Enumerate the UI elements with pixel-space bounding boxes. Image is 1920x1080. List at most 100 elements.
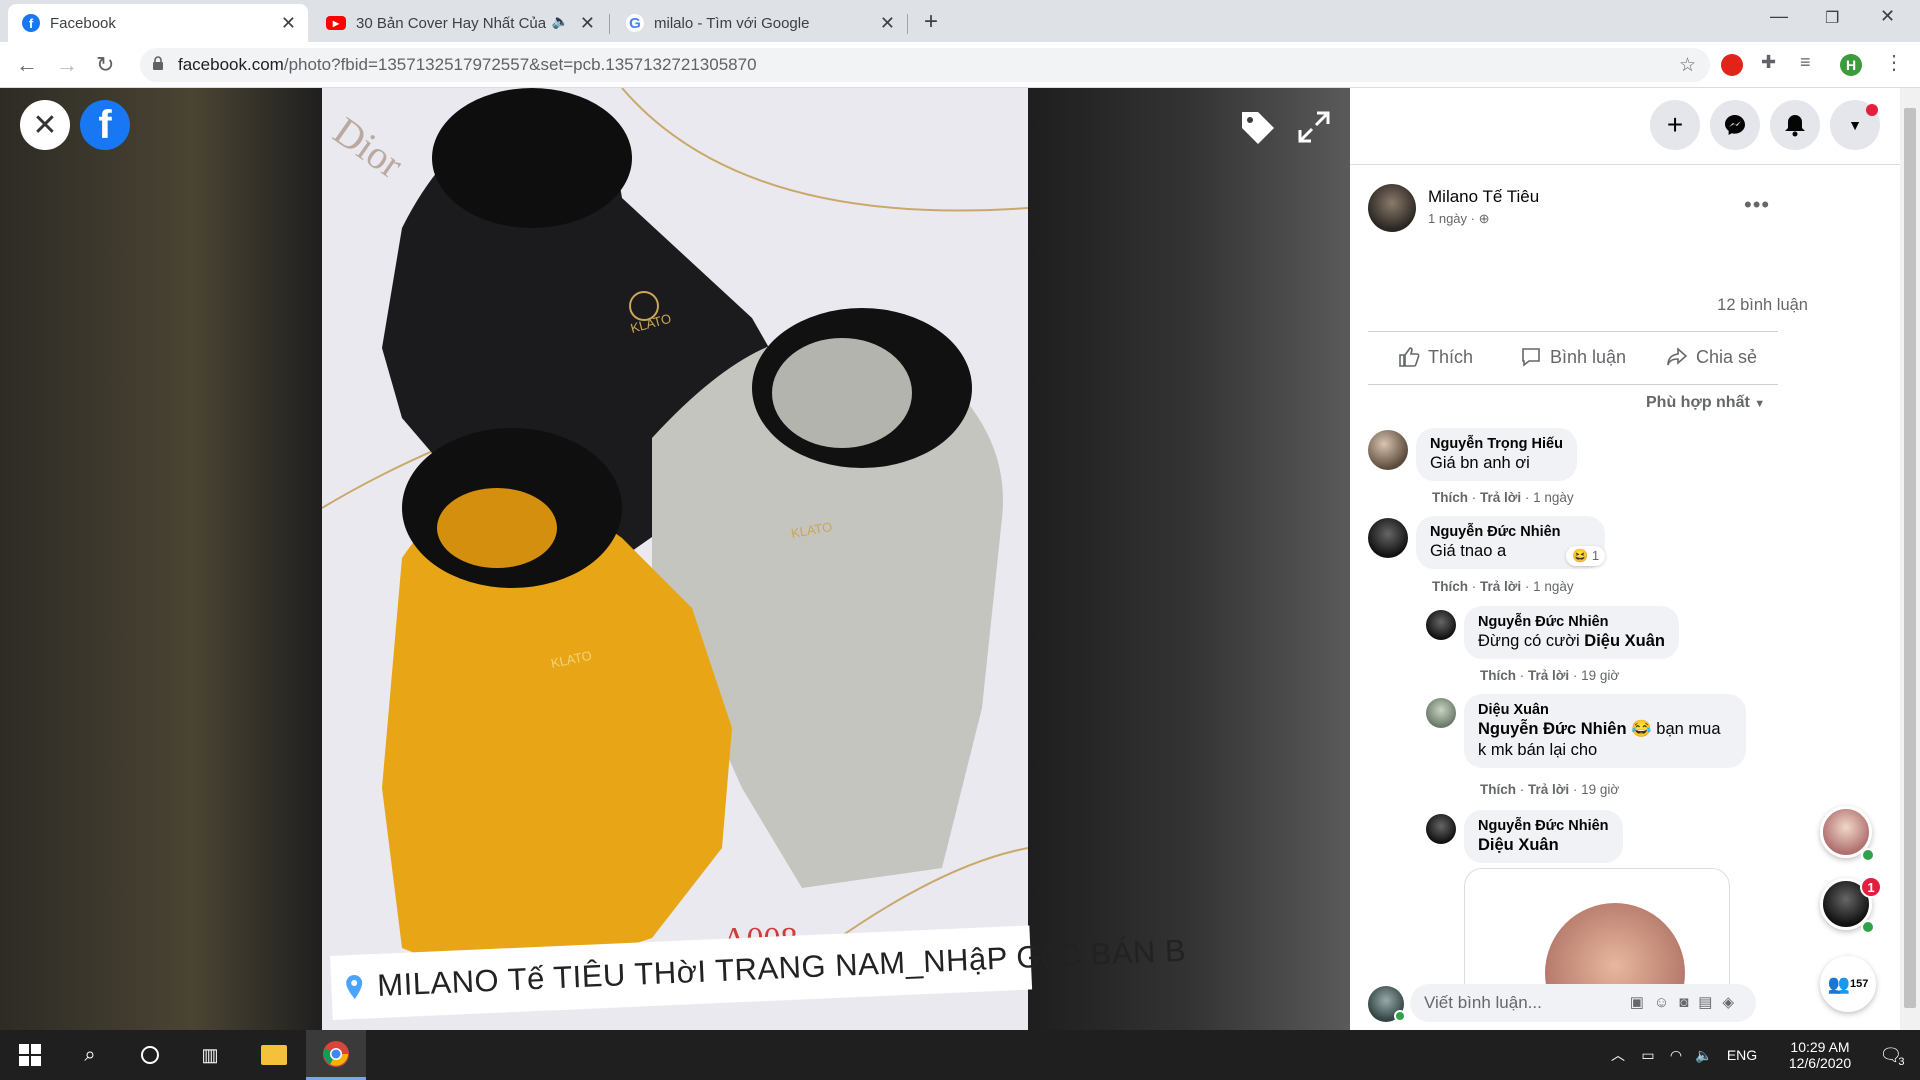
cortana-icon[interactable] bbox=[120, 1030, 180, 1080]
maximize-window-button[interactable]: ❐ bbox=[1825, 8, 1839, 28]
reply-like-link[interactable]: Thích bbox=[1480, 782, 1516, 797]
reply-sticker-image[interactable] bbox=[1464, 868, 1730, 988]
comment-button[interactable]: Bình luận bbox=[1520, 346, 1626, 368]
forward-button[interactable]: → bbox=[56, 52, 78, 78]
browser-tab-strip: f Facebook ✕ ▶ 30 Bản Cover Hay Nhất Của… bbox=[0, 0, 1920, 42]
people-icon: 👥 bbox=[1827, 973, 1851, 994]
adblock-extension-icon[interactable] bbox=[1721, 54, 1743, 76]
comment-input[interactable]: Viết bình luận... ▣☺◙▤◈ bbox=[1410, 984, 1756, 1022]
tab-facebook[interactable]: f Facebook ✕ bbox=[8, 4, 308, 42]
comment-sort-dropdown[interactable]: Phù hợp nhất ▼ bbox=[1646, 394, 1765, 412]
mention-link[interactable]: Diệu Xuân bbox=[1584, 632, 1665, 650]
audio-playing-icon[interactable]: 🔈 bbox=[552, 13, 569, 30]
replier-name[interactable]: Nguyễn Đức Nhiên bbox=[1478, 818, 1609, 834]
tray-expand-icon[interactable]: ︿ bbox=[1606, 1030, 1630, 1080]
haha-emoji-icon: 😆 bbox=[1572, 548, 1589, 563]
post-time[interactable]: 1 ngày · ⊕ bbox=[1428, 211, 1490, 227]
wifi-icon[interactable]: ◠ bbox=[1664, 1030, 1688, 1080]
page-avatar[interactable] bbox=[1368, 184, 1416, 232]
chrome-menu-icon[interactable]: ⋮ bbox=[1884, 50, 1906, 74]
reload-button[interactable]: ↻ bbox=[96, 52, 114, 78]
search-icon[interactable]: ⌕ bbox=[60, 1030, 120, 1080]
replier-name[interactable]: Diệu Xuân bbox=[1478, 702, 1732, 718]
url-path: /photo?fbid=1357132517972557&set=pcb.135… bbox=[283, 55, 757, 74]
post-author[interactable]: Milano Tế Tiêu bbox=[1428, 187, 1539, 207]
messenger-icon bbox=[1725, 115, 1745, 135]
like-button[interactable]: Thích bbox=[1398, 346, 1473, 368]
replier-avatar[interactable] bbox=[1426, 698, 1456, 728]
tag-photo-icon[interactable] bbox=[1238, 108, 1278, 148]
jackets-image: Dior KLATO KLATO KLATO A008 bbox=[322, 88, 1028, 1030]
comment-reply-link[interactable]: Trả lời bbox=[1480, 490, 1521, 505]
share-arrow-icon bbox=[1667, 347, 1688, 366]
comment-like-link[interactable]: Thích bbox=[1432, 490, 1468, 505]
composer-tools[interactable]: ▣☺◙▤◈ bbox=[1630, 993, 1744, 1011]
close-tab-icon[interactable]: ✕ bbox=[281, 13, 296, 34]
reply-like-link[interactable]: Thích bbox=[1480, 668, 1516, 683]
create-button[interactable]: + bbox=[1650, 100, 1700, 150]
reaction-count[interactable]: 😆 1 bbox=[1566, 546, 1606, 566]
comment-count[interactable]: 12 bình luận bbox=[1717, 296, 1808, 315]
facebook-logo-icon[interactable]: f bbox=[80, 100, 130, 150]
sticker-pack-icon: ◈ bbox=[1722, 994, 1744, 1011]
language-indicator[interactable]: ENG bbox=[1722, 1030, 1762, 1080]
commenter-name[interactable]: Nguyễn Trọng Hiếu bbox=[1430, 436, 1563, 452]
close-tab-icon[interactable]: ✕ bbox=[580, 13, 595, 34]
gif-icon: ▤ bbox=[1698, 994, 1723, 1011]
commenter-name[interactable]: Nguyễn Đức Nhiên bbox=[1430, 524, 1561, 540]
extensions-puzzle-icon[interactable]: ✚ bbox=[1761, 52, 1783, 74]
tab-title: Facebook bbox=[50, 14, 116, 32]
account-menu-button[interactable]: ▼ bbox=[1830, 100, 1880, 150]
bookmark-star-icon[interactable]: ☆ bbox=[1679, 54, 1696, 77]
back-button[interactable]: ← bbox=[16, 52, 38, 78]
minimize-window-button[interactable]: — bbox=[1770, 6, 1788, 27]
close-tab-icon[interactable]: ✕ bbox=[880, 13, 895, 34]
tab-google[interactable]: G milalo - Tìm với Google ✕ bbox=[612, 4, 907, 42]
replier-avatar[interactable] bbox=[1426, 610, 1456, 640]
tab-youtube[interactable]: ▶ 30 Bản Cover Hay Nhất Của 🔈 ✕ bbox=[312, 4, 607, 42]
commenter-avatar[interactable] bbox=[1368, 518, 1408, 558]
thumbs-up-icon bbox=[1399, 347, 1420, 367]
tab-title: milalo - Tìm với Google bbox=[654, 14, 810, 32]
windows-start-icon[interactable] bbox=[0, 1030, 60, 1080]
lock-icon bbox=[153, 56, 163, 70]
bell-icon bbox=[1785, 115, 1805, 137]
close-viewer-button[interactable]: ✕ bbox=[20, 100, 70, 150]
reply-bubble: Diệu Xuân Nguyễn Đức Nhiên 😂 bạn mua k m… bbox=[1464, 694, 1746, 768]
clock[interactable]: 10:29 AM 12/6/2020 bbox=[1770, 1030, 1870, 1080]
notifications-button[interactable] bbox=[1770, 100, 1820, 150]
media-control-icon[interactable]: ≡ bbox=[1800, 52, 1822, 74]
messenger-button[interactable] bbox=[1710, 100, 1760, 150]
address-bar[interactable]: facebook.com/photo?fbid=1357132517972557… bbox=[140, 48, 1710, 82]
sticker-icon: ▣ bbox=[1629, 994, 1654, 1011]
mention-link[interactable]: Nguyễn Đức Nhiên bbox=[1478, 720, 1627, 738]
online-contacts-button[interactable]: 👥 157 bbox=[1820, 956, 1876, 1012]
comment-like-link[interactable]: Thích bbox=[1432, 579, 1468, 594]
battery-icon[interactable]: ▭ bbox=[1636, 1030, 1660, 1080]
volume-icon[interactable]: 🔈 bbox=[1692, 1030, 1716, 1080]
windows-taskbar: ⌕ ▥ ︿ ▭ ◠ 🔈 ENG 10:29 AM 12/6/2020 🗨 3 bbox=[0, 1030, 1920, 1080]
commenter-avatar[interactable] bbox=[1368, 430, 1408, 470]
fullscreen-expand-icon[interactable] bbox=[1297, 110, 1331, 144]
google-favicon-icon: G bbox=[626, 14, 644, 32]
more-options-icon[interactable]: ••• bbox=[1744, 192, 1770, 218]
task-view-icon[interactable]: ▥ bbox=[180, 1030, 240, 1080]
chrome-taskbar-icon[interactable] bbox=[306, 1030, 366, 1080]
profile-avatar[interactable]: H bbox=[1840, 54, 1862, 76]
reply-reply-link[interactable]: Trả lời bbox=[1528, 668, 1569, 683]
close-window-button[interactable]: ✕ bbox=[1880, 6, 1895, 27]
url-host: facebook.com bbox=[178, 55, 284, 74]
chat-unread-badge: 1 bbox=[1860, 876, 1882, 898]
replier-name[interactable]: Nguyễn Đức Nhiên bbox=[1478, 614, 1665, 630]
new-tab-button[interactable]: + bbox=[924, 8, 938, 36]
reply-reply-link[interactable]: Trả lời bbox=[1528, 782, 1569, 797]
comment-reply-link[interactable]: Trả lời bbox=[1480, 579, 1521, 594]
page-scrollbar[interactable] bbox=[1900, 88, 1920, 1030]
action-center-icon[interactable]: 🗨 3 bbox=[1868, 1030, 1916, 1080]
replier-avatar[interactable] bbox=[1426, 814, 1456, 844]
browser-toolbar: ← → ↻ facebook.com/photo?fbid=1357132517… bbox=[0, 42, 1920, 88]
mention-link[interactable]: Diệu Xuân bbox=[1478, 836, 1559, 854]
share-button[interactable]: Chia sẻ bbox=[1666, 346, 1757, 368]
file-explorer-icon[interactable] bbox=[244, 1030, 304, 1080]
product-photo[interactable]: Dior KLATO KLATO KLATO A008 bbox=[322, 88, 1028, 1030]
